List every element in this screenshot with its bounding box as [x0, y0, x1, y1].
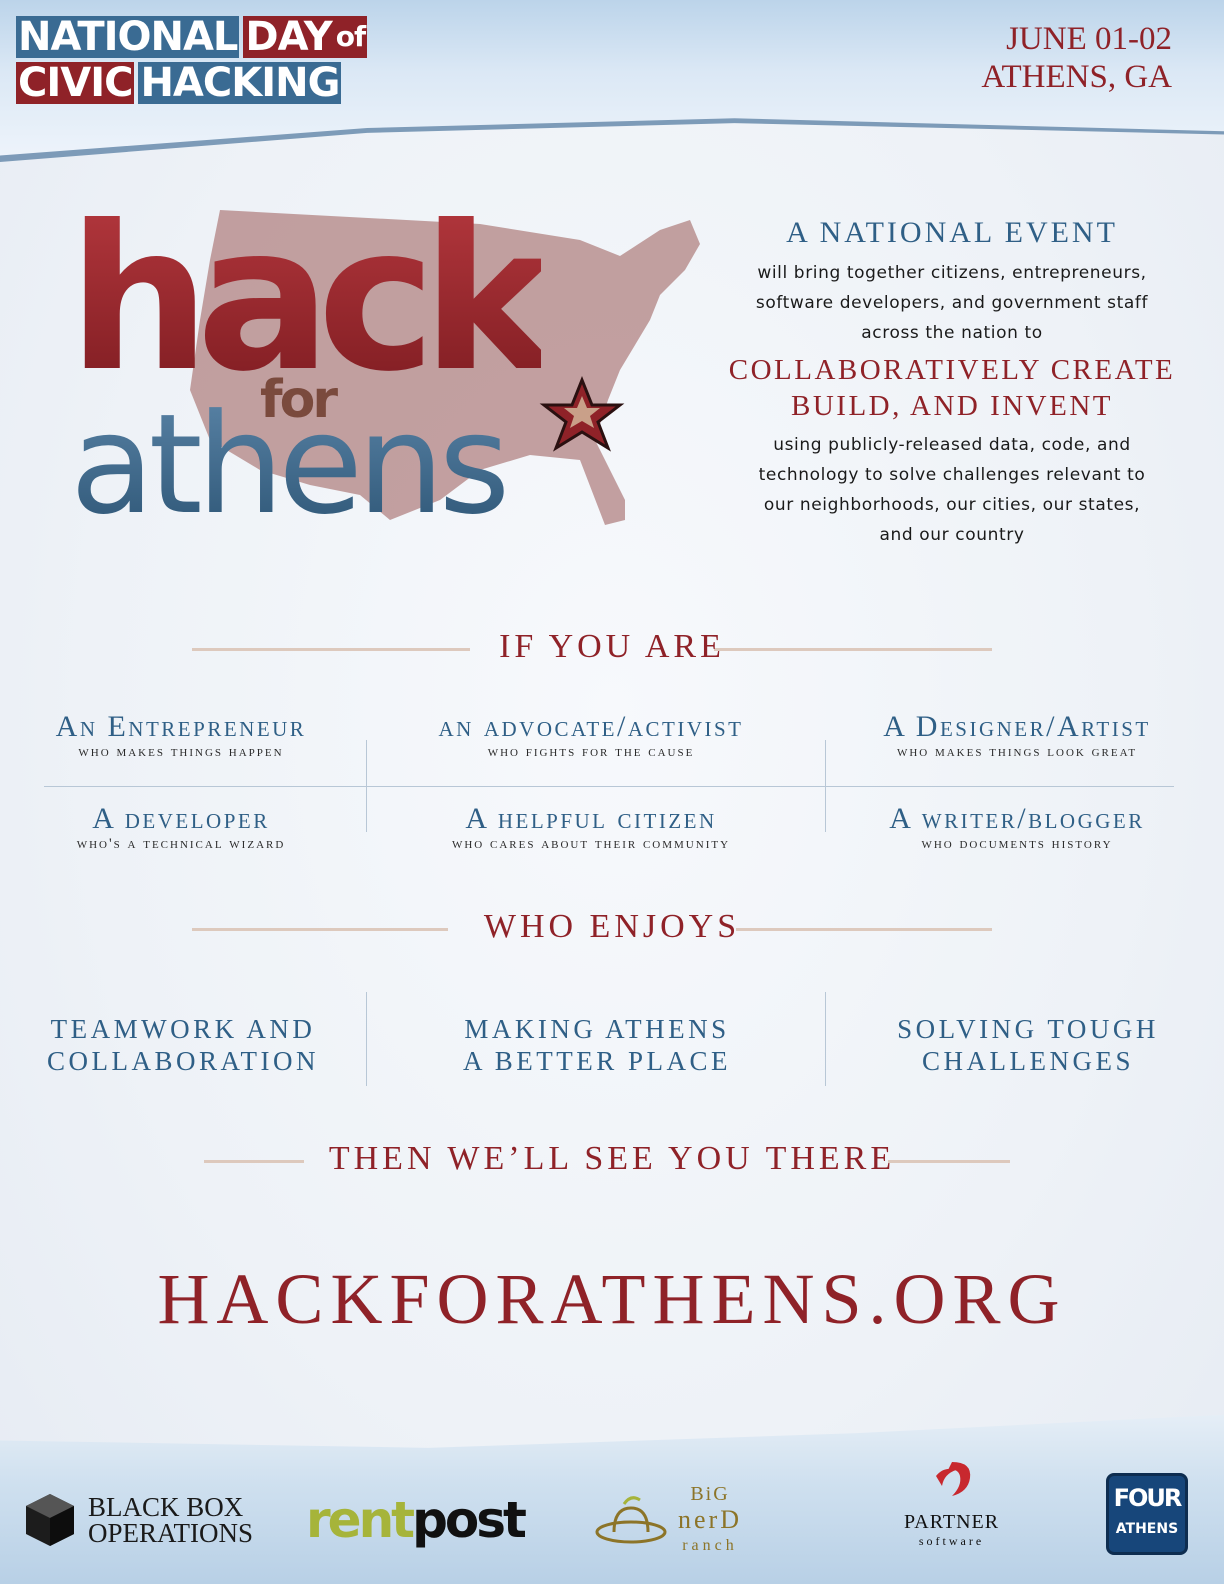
event-date: JUNE 01-02 [1006, 21, 1172, 57]
rentpost-rent: rent [306, 1491, 415, 1549]
enjoy-line: COLLABORATION [47, 1046, 319, 1076]
sponsor-big-nerd-ranch[interactable]: BiG nerD ranch [594, 1480, 742, 1560]
enjoy-line: SOLVING TOUGH [897, 1014, 1159, 1044]
role-developer: A developer who's a technical wizard [0, 802, 366, 853]
sponsor-bbo-line: BLACK BOX [88, 1492, 244, 1522]
event-intro-line: across the nation to [861, 323, 1043, 343]
website-url[interactable]: HACKFORATHENS.ORG [0, 1258, 1224, 1341]
rentpost-post: post [412, 1491, 527, 1549]
event-highlight-line: COLLABORATIVELY CREATE [728, 354, 1176, 386]
role-desc: who makes things happen [78, 744, 284, 760]
four-athens-top: FOUR [1113, 1484, 1183, 1512]
bnr-line: nerD [678, 1505, 742, 1534]
event-date-location: JUNE 01-02 ATHENS, GA [981, 20, 1172, 96]
event-intro-line: will bring together citizens, entreprene… [757, 263, 1147, 283]
enjoy-line: TEAMWORK AND [50, 1014, 316, 1044]
enjoy-teamwork: TEAMWORK AND COLLABORATION [0, 1013, 368, 1077]
logo-word-athens: athens [70, 384, 510, 545]
event-location: ATHENS, GA [981, 59, 1172, 95]
sponsor-rentpost[interactable]: rentpost [306, 1480, 527, 1560]
role-title: an advocate/activist [438, 710, 744, 743]
grid-divider [44, 786, 1174, 787]
ndoch-logo: NATIONAL DAY of CIVIC HACKING [16, 16, 496, 108]
role-title: A writer/blogger [889, 802, 1145, 835]
role-desc: who's a technical wizard [76, 836, 286, 852]
role-title: A helpful citizen [465, 802, 717, 835]
bnr-text: BiG nerD ranch [678, 1481, 742, 1559]
event-heading: A NATIONAL EVENT [786, 216, 1118, 249]
bnr-line: BiG [690, 1483, 730, 1505]
event-highlight: COLLABORATIVELY CREATE BUILD, AND INVENT [716, 352, 1188, 424]
event-intro-text: will bring together citizens, entreprene… [716, 258, 1188, 348]
four-athens-bottom: ATHENS [1115, 1521, 1179, 1537]
partner-swirl-icon [935, 1461, 970, 1496]
ndoch-word-hacking: HACKING [138, 60, 342, 106]
event-outro-line: and our country [879, 525, 1025, 545]
section-title-who-enjoys: WHO ENJOYS [483, 908, 741, 945]
sponsor-partner-software[interactable]: PARTNER software [904, 1461, 999, 1548]
role-citizen: A helpful citizen who cares about their … [406, 802, 776, 853]
event-highlight-line: BUILD, AND INVENT [791, 390, 1113, 422]
event-description: A NATIONAL EVENT will bring together cit… [716, 216, 1188, 550]
role-desc: who documents history [921, 836, 1113, 852]
role-entrepreneur: An Entrepreneur who makes things happen [0, 710, 366, 761]
ndoch-word-civic: CIVIC [16, 60, 135, 106]
role-title: A Designer/Artist [883, 710, 1151, 743]
ndoch-word-day: DAY [243, 14, 334, 60]
enjoy-line: MAKING ATHENS [464, 1014, 730, 1044]
event-intro-line: software developers, and government staf… [755, 293, 1149, 313]
enjoy-divider [825, 992, 826, 1086]
sponsor-black-box-operations[interactable]: BLACK BOX OPERATIONS [24, 1480, 253, 1560]
sponsor-four-athens[interactable]: FOUR ATHENS [1106, 1473, 1188, 1555]
ndoch-word-national: NATIONAL [16, 14, 240, 60]
enjoy-line: CHALLENGES [922, 1046, 1134, 1076]
role-desc: who makes things look great [896, 744, 1138, 760]
cowboy-hat-icon [595, 1496, 667, 1544]
section-title-if-you-are: IF YOU ARE [499, 628, 725, 665]
section-title-see-you: THEN WE’LL SEE YOU THERE [328, 1140, 896, 1177]
partner-name: PARTNER [904, 1510, 1000, 1533]
role-writer: A writer/blogger who documents history [832, 802, 1202, 853]
role-advocate: an advocate/activist who fights for the … [406, 710, 776, 761]
enjoy-solving: SOLVING TOUGH CHALLENGES [843, 1013, 1213, 1077]
event-outro-line: technology to solve challenges relevant … [758, 465, 1146, 485]
role-desc: who cares about their community [451, 836, 731, 852]
event-outro-line: our neighborhoods, our cities, our state… [763, 495, 1141, 515]
partner-sub: software [918, 1533, 985, 1548]
ndoch-word-of: of [333, 16, 368, 58]
four-athens-logo: FOUR ATHENS [1106, 1473, 1188, 1555]
role-title: An Entrepreneur [55, 710, 307, 743]
black-box-icon [26, 1494, 74, 1546]
bnr-line: ranch [682, 1537, 738, 1554]
role-desc: who fights for the cause [487, 744, 695, 760]
sponsor-bbo-name: BLACK BOX OPERATIONS [88, 1492, 254, 1548]
partner-logo: PARTNER software [904, 1456, 999, 1549]
rentpost-logo: rentpost [306, 1491, 527, 1549]
enjoy-making-athens: MAKING ATHENS A BETTER PLACE [412, 1013, 782, 1077]
enjoy-line: A BETTER PLACE [462, 1046, 731, 1076]
role-designer: A Designer/Artist who makes things look … [832, 710, 1202, 761]
event-outro-text: using publicly-released data, code, and … [716, 430, 1188, 550]
sponsor-bbo-line: OPERATIONS [88, 1518, 254, 1548]
event-outro-line: using publicly-released data, code, and [773, 435, 1131, 455]
role-title: A developer [92, 802, 270, 835]
hack-for-athens-logo: hack for athens [60, 190, 710, 545]
